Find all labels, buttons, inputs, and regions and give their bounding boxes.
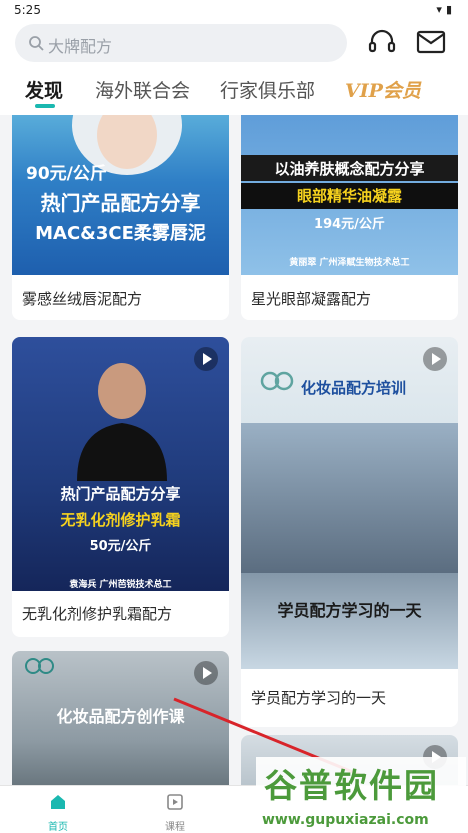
card-price: 194元/公斤 bbox=[314, 217, 385, 232]
card-subline: 无乳化剂修护乳霜 bbox=[60, 511, 181, 529]
card-subline: 眼部精华油凝露 bbox=[296, 187, 402, 205]
brand-logo bbox=[260, 371, 294, 391]
card-credit: 袁海兵 广州芭锐技术总工 bbox=[69, 580, 172, 590]
card-title: 星光眼部凝露配方 bbox=[251, 290, 372, 308]
card-headline: 热门产品配方分享 bbox=[60, 485, 181, 503]
active-tab-indicator bbox=[35, 104, 55, 108]
nav-home[interactable]: 首页 bbox=[28, 792, 88, 833]
card-credit: 黄丽翠 广州泽赋生物技术总工 bbox=[289, 258, 410, 268]
card-headline: 热门产品配方分享 bbox=[40, 191, 201, 215]
card-price: 90元/公斤 bbox=[26, 164, 107, 184]
play-icon[interactable] bbox=[423, 347, 447, 371]
card-subline: MAC&3CE柔雾唇泥 bbox=[35, 223, 206, 244]
video-card[interactable]: 90元/公斤 热门产品配方分享 MAC&3CE柔雾唇泥 雾感丝绒唇泥配方 bbox=[12, 115, 229, 320]
wifi-icon: ▾ bbox=[436, 3, 446, 16]
home-icon bbox=[51, 795, 65, 809]
category-tabs: 发现 海外联合会 行家俱乐部 VIP会员 bbox=[0, 72, 468, 112]
watermark: 谷普软件园 www.gupuxiazai.com bbox=[256, 757, 466, 833]
video-feed: 90元/公斤 热门产品配方分享 MAC&3CE柔雾唇泥 雾感丝绒唇泥配方 以油养… bbox=[0, 115, 468, 785]
video-thumbnail: 以油养肤概念配方分享 眼部精华油凝露 194元/公斤 黄丽翠 广州泽赋生物技术总… bbox=[241, 115, 458, 275]
tab-vip[interactable]: VIP会员 bbox=[345, 76, 421, 103]
video-card[interactable]: 热门产品配方分享 无乳化剂修护乳霜 50元/公斤 袁海兵 广州芭锐技术总工 无乳… bbox=[12, 337, 229, 637]
search-bar[interactable]: 大牌配方 bbox=[15, 24, 347, 62]
card-price: 50元/公斤 bbox=[89, 539, 152, 554]
status-time: 5:25 bbox=[14, 3, 41, 17]
video-thumbnail: 化妆品配方培训 学员配方学习的一天 bbox=[241, 337, 458, 669]
play-icon[interactable] bbox=[194, 661, 218, 685]
classroom-photo bbox=[241, 423, 458, 573]
watermark-url: www.gupuxiazai.com bbox=[262, 812, 429, 828]
search-icon bbox=[29, 36, 44, 51]
nav-course[interactable]: 课程 bbox=[145, 792, 205, 833]
presenter-image bbox=[77, 363, 167, 481]
nav-course-label: 课程 bbox=[165, 822, 185, 833]
tab-club[interactable]: 行家俱乐部 bbox=[220, 76, 315, 103]
top-bar: 大牌配方 发现 海外联合会 行家俱乐部 VIP会员 bbox=[0, 20, 468, 115]
brand-logo bbox=[25, 658, 54, 674]
tab-overseas[interactable]: 海外联合会 bbox=[95, 76, 190, 103]
video-thumbnail: 90元/公斤 热门产品配方分享 MAC&3CE柔雾唇泥 bbox=[12, 115, 229, 275]
play-icon[interactable] bbox=[194, 347, 218, 371]
system-icons: ▾▮ bbox=[436, 3, 456, 16]
course-icon bbox=[167, 794, 183, 810]
card-title: 雾感丝绒唇泥配方 bbox=[22, 290, 143, 308]
search-placeholder: 大牌配方 bbox=[48, 37, 113, 56]
card-headline: 以油养肤概念配方分享 bbox=[274, 160, 425, 178]
tab-discover[interactable]: 发现 bbox=[25, 76, 63, 103]
status-bar: 5:25 ▾▮ bbox=[0, 0, 468, 20]
headset-icon[interactable] bbox=[367, 27, 397, 57]
nav-home-label: 首页 bbox=[48, 822, 68, 833]
watermark-title: 谷普软件园 bbox=[264, 766, 439, 805]
video-card[interactable]: 化妆品配方培训 学员配方学习的一天 学员配方学习的一天 bbox=[241, 337, 458, 727]
battery-icon: ▮ bbox=[445, 3, 456, 16]
card-subline: 学员配方学习的一天 bbox=[277, 601, 422, 620]
video-thumbnail: 热门产品配方分享 无乳化剂修护乳霜 50元/公斤 袁海兵 广州芭锐技术总工 bbox=[12, 337, 229, 591]
card-headline: 化妆品配方培训 bbox=[301, 379, 407, 397]
mail-icon[interactable] bbox=[415, 27, 447, 57]
card-title: 无乳化剂修护乳霜配方 bbox=[22, 605, 173, 623]
video-card[interactable]: 以油养肤概念配方分享 眼部精华油凝露 194元/公斤 黄丽翠 广州泽赋生物技术总… bbox=[241, 115, 458, 320]
